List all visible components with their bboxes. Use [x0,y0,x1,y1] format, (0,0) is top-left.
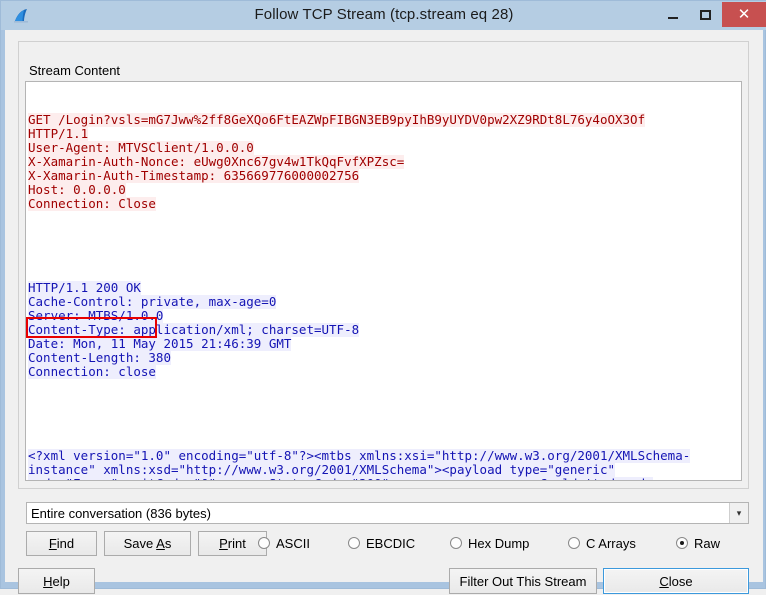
stream-line: X-Xamarin-Auth-Timestamp: 63566977600000… [28,168,360,183]
response-body-segment: <?xml version="1.0" encoding="utf-8"?><m… [28,448,739,480]
stream-line: Content-Length: 380 [28,350,171,365]
format-radio-label: ASCII [276,535,310,551]
dialog-footer: Help Filter Out This Stream Close [18,568,749,595]
format-radio-c-arrays[interactable]: C Arrays [568,534,636,552]
stream-line: GET /Login?vsls=mG7Jww%2ff8GeXQo6FtEAZWp… [28,112,646,127]
maximize-button[interactable] [689,2,722,27]
stream-line: Server: MTBS/1.0.0 [28,308,164,323]
close-icon: ✕ [737,6,751,23]
format-radio-label: C Arrays [586,535,636,551]
help-button[interactable]: Help [18,568,95,594]
format-radio-label: Hex Dump [468,535,530,551]
response-segment: HTTP/1.1 200 OK Cache-Control: private, … [28,281,739,379]
stream-toolbar: Find Save As Print ASCII EBCDIC Hex Dump [26,531,749,556]
close-dialog-button[interactable]: Close [603,568,749,594]
title-bar[interactable]: Follow TCP Stream (tcp.stream eq 28) ✕ [1,1,766,30]
radio-dot-icon [258,537,270,549]
stream-line: code="Error" exitCode="0" serverStatusCo… [28,477,653,480]
format-radio-hex-dump[interactable]: Hex Dump [450,534,529,552]
follow-tcp-stream-window: Follow TCP Stream (tcp.stream eq 28) ✕ S… [0,0,766,594]
format-radio-label: Raw [694,535,721,551]
window-close-button[interactable]: ✕ [722,2,766,27]
stream-content-label: Stream Content [26,63,124,78]
stream-content-text[interactable]: GET /Login?vsls=mG7Jww%2ff8GeXQo6FtEAZWp… [25,81,742,481]
radio-dot-icon [676,537,688,549]
stream-line: <?xml version="1.0" encoding="utf-8"?><m… [28,448,691,463]
radio-dot-icon [568,537,580,549]
format-radio-ascii[interactable]: ASCII [258,534,310,552]
stream-line: Cache-Control: private, max-age=0 [28,294,277,309]
request-segment: GET /Login?vsls=mG7Jww%2ff8GeXQo6FtEAZWp… [28,113,739,211]
maximize-icon [700,9,711,20]
stream-line: HTTP/1.1 [28,126,89,141]
stream-line: Content-Type: application/xml; charset=U… [28,322,360,337]
format-radio-label: EBCDIC [366,535,416,551]
stream-line: User-Agent: MTVSClient/1.0.0.0 [28,140,254,155]
conversation-select-value: Entire conversation (836 bytes) [31,505,211,521]
stream-line: instance" xmlns:xsd="http://www.w3.org/2… [28,462,615,477]
chevron-down-icon[interactable]: ▾ [729,503,748,523]
filter-out-this-stream-button[interactable]: Filter Out This Stream [449,568,597,594]
minimize-button[interactable] [656,2,689,27]
minimize-icon [667,16,678,19]
stream-line: Connection: Close [28,196,156,211]
stream-line: X-Xamarin-Auth-Nonce: eUwg0Xnc67gv4w1TkQ… [28,154,405,169]
format-radio-raw[interactable]: Raw [676,534,720,552]
conversation-select[interactable]: Entire conversation (836 bytes) ▾ [26,502,749,524]
find-button[interactable]: Find [26,531,97,556]
radio-dot-icon [450,537,462,549]
radio-dot-icon [348,537,360,549]
filter-out-label: Filter Out This Stream [459,573,587,589]
dialog-client-area: Stream Content GET /Login?vsls=mG7Jww%2f… [5,30,763,594]
stream-line: Connection: close [28,364,156,379]
stream-line: Host: 0.0.0.0 [28,182,126,197]
stream-line: HTTP/1.1 200 OK [28,280,141,295]
print-button[interactable]: Print [198,531,267,556]
format-radio-ebcdic[interactable]: EBCDIC [348,534,415,552]
save-as-button[interactable]: Save As [104,531,191,556]
window-title: Follow TCP Stream (tcp.stream eq 28) [254,6,514,23]
stream-line: Date: Mon, 11 May 2015 21:46:39 GMT [28,336,292,351]
